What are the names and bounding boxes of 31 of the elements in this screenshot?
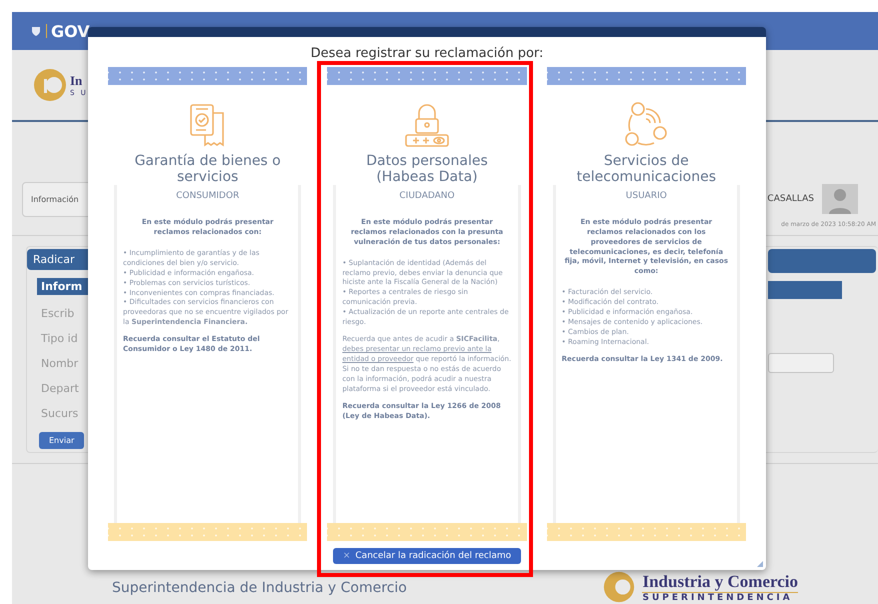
lock-icon <box>402 103 451 147</box>
logo-subtext: SUPERINTENDENCIA <box>642 592 794 602</box>
resize-grip-icon <box>757 561 763 567</box>
logo-text: In <box>70 73 84 89</box>
logo-icon <box>32 67 68 103</box>
logo-text: Industria y Comercio <box>642 572 798 592</box>
card-title: Servicios de telecomunicaciones <box>576 153 717 186</box>
field-label: Escrib <box>41 306 74 322</box>
send-button[interactable]: Enviar <box>39 432 84 449</box>
role-label: CONSUMIDOR <box>175 191 240 202</box>
divider <box>46 24 47 38</box>
field-label: Tipo id <box>41 331 78 347</box>
field-label: Depart <box>41 381 79 397</box>
brand-text: GOV <box>51 22 90 40</box>
card-title: Datos personales (Habeas Data) <box>365 153 489 186</box>
cancel-button[interactable]: × Cancelar la radicación del reclamo <box>332 548 522 564</box>
option-card[interactable] <box>546 67 746 541</box>
avatar-icon <box>822 184 858 214</box>
role-label: CIUDADANO <box>398 191 456 202</box>
footer-text: Superintendencia de Industria y Comercio <box>112 580 407 596</box>
field-label: Nombr <box>41 356 78 372</box>
modal-title: Desea registrar su reclamación por: <box>310 45 544 63</box>
section-header: Inform <box>37 278 89 295</box>
form-title: Radicar <box>27 249 89 270</box>
role-label: USUARIO <box>624 191 668 202</box>
user-name: CASALLAS <box>767 194 814 204</box>
input-field[interactable] <box>768 353 834 373</box>
shield-icon <box>30 25 42 37</box>
field-label: Sucurs <box>41 406 78 422</box>
option-card[interactable] <box>108 67 308 541</box>
card-title: Garantía de bienes o servicios <box>134 153 282 186</box>
